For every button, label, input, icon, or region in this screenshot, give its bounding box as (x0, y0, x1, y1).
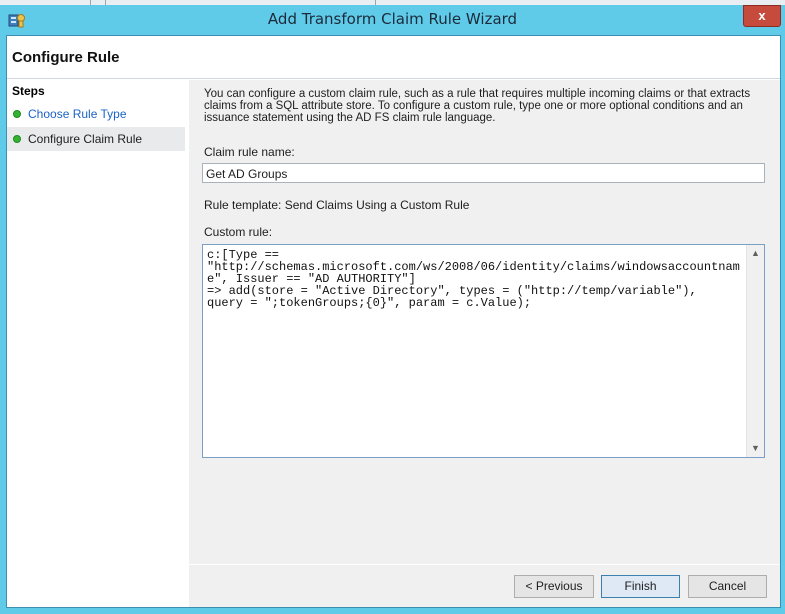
step-label[interactable]: Choose Rule Type (28, 107, 127, 121)
rule-template-text: Rule template: Send Claims Using a Custo… (204, 198, 470, 212)
custom-rule-label: Custom rule: (204, 225, 273, 239)
close-button[interactable]: x (743, 5, 781, 27)
previous-button[interactable]: < Previous (514, 575, 594, 598)
step-configure-claim-rule: Configure Claim Rule (7, 127, 185, 151)
custom-rule-textarea[interactable]: c:[Type == "http://schemas.microsoft.com… (202, 244, 765, 458)
steps-panel: Steps Choose Rule Type Configure Claim R… (7, 80, 185, 607)
step-label: Configure Claim Rule (28, 132, 143, 146)
scroll-down-arrow-icon[interactable]: ▼ (747, 440, 764, 457)
wizard-window: Add Transform Claim Rule Wizard x Config… (0, 0, 785, 614)
window-title: Add Transform Claim Rule Wizard (267, 10, 518, 28)
scroll-up-arrow-icon[interactable]: ▲ (747, 245, 764, 262)
wizard-header: Configure Rule (7, 36, 780, 79)
title-bar[interactable]: Add Transform Claim Rule Wizard x (0, 5, 785, 35)
cancel-button[interactable]: Cancel (688, 575, 767, 598)
wizard-client-area: Configure Rule Steps Choose Rule Type Co… (6, 35, 781, 608)
footer-divider (189, 564, 780, 565)
finish-button[interactable]: Finish (601, 575, 680, 598)
step-choose-rule-type[interactable]: Choose Rule Type (7, 102, 185, 126)
claim-rule-name-input[interactable]: Get AD Groups (202, 163, 765, 183)
content-panel: You can configure a custom claim rule, s… (189, 80, 780, 607)
vertical-scrollbar[interactable]: ▲ ▼ (746, 245, 764, 457)
step-complete-dot-icon (13, 110, 21, 118)
claim-rule-name-label: Claim rule name: (204, 145, 295, 159)
page-title: Configure Rule (12, 49, 120, 66)
steps-title: Steps (12, 84, 45, 98)
step-current-dot-icon (13, 135, 21, 143)
custom-rule-text[interactable]: c:[Type == "http://schemas.microsoft.com… (207, 249, 742, 309)
description-text: You can configure a custom claim rule, s… (204, 88, 751, 124)
